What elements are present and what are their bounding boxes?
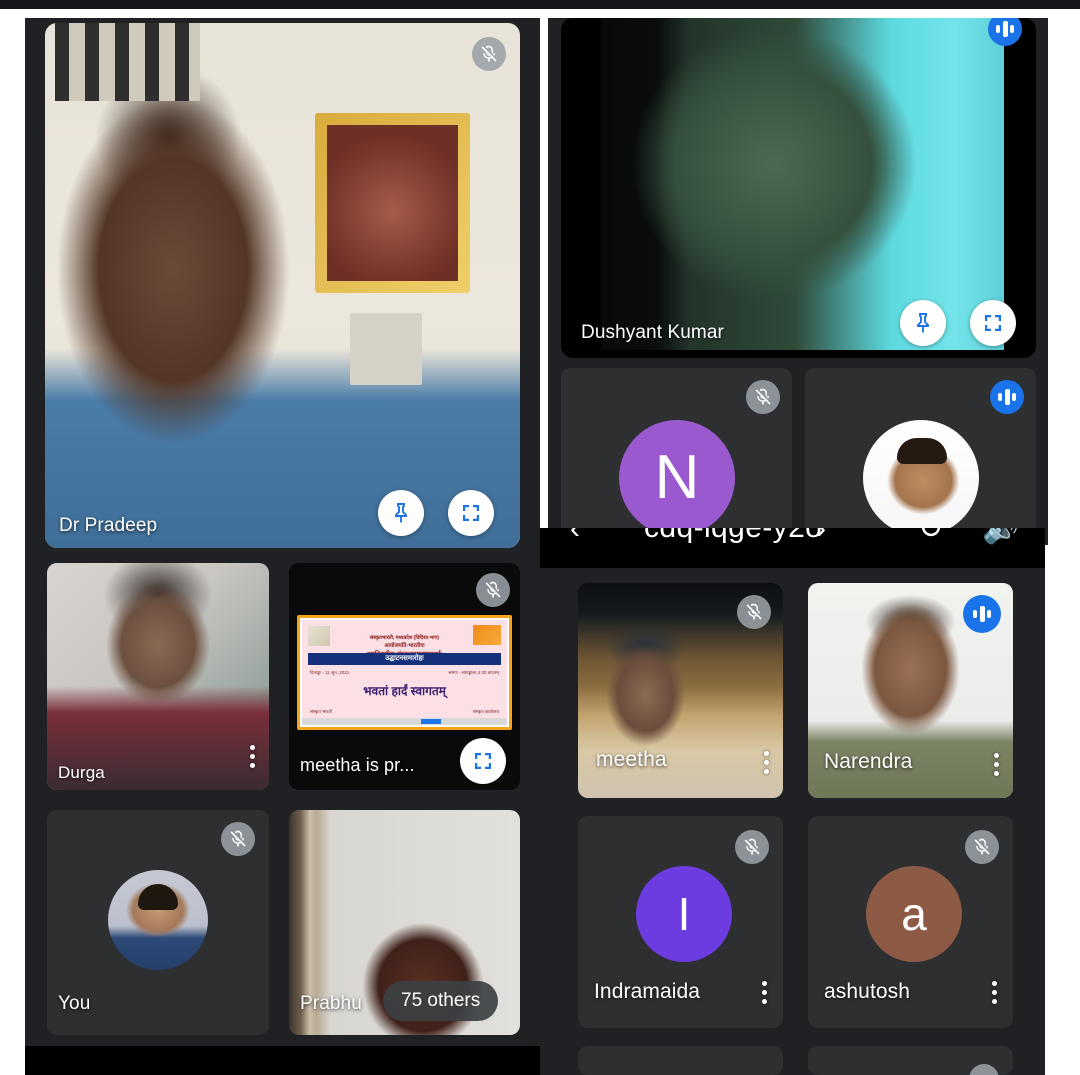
participant-name-you: You <box>58 993 91 1014</box>
slide-date-right-text: समयः - सायङ्कालः 4:30 वादनम् <box>448 670 499 675</box>
speaking-indicator-narendra <box>963 595 1001 633</box>
participant-tile-dushyant-kumar[interactable]: Dushyant Kumar <box>561 18 1036 358</box>
participant-name-meetha: meetha <box>596 748 667 771</box>
pin-button-dushyant-kumar[interactable] <box>900 300 946 346</box>
slide-foot-left-text: संस्कृत भारती <box>310 709 332 714</box>
participant-tile-n[interactable]: N <box>561 368 792 543</box>
decor-ac-vent <box>55 23 200 101</box>
more-vertical-icon-narendra[interactable] <box>994 753 999 776</box>
status-bar <box>0 0 1080 9</box>
fullscreen-button-presentation[interactable] <box>460 738 506 784</box>
participant-tile-ashutosh[interactable]: a ashutosh <box>808 816 1013 1028</box>
participant-name-dushyant-kumar: Dushyant Kumar <box>581 322 724 343</box>
fullscreen-button-dr-pradeep[interactable] <box>448 490 494 536</box>
decor-switchboard <box>350 313 422 385</box>
more-vertical-icon-meetha[interactable] <box>764 751 769 774</box>
slide-control-strip <box>302 718 507 725</box>
participant-tile-meetha[interactable]: meetha <box>578 583 783 798</box>
others-count-pill[interactable]: 75 others <box>383 981 499 1021</box>
slide-welcome: भवतां हार्दं स्वागतम् <box>302 682 507 700</box>
slide-foot-left: संस्कृत भारती <box>310 709 332 715</box>
avatar-you <box>108 870 208 970</box>
mic-off-icon-presentation <box>476 573 510 607</box>
avatar-initial-n: N <box>619 420 735 536</box>
avatar-photo-participant <box>863 420 979 536</box>
participant-tile-partial-right[interactable] <box>808 1046 1013 1075</box>
participant-tile-photo[interactable] <box>805 368 1036 543</box>
slide-date-left: दिनाङ्कः - 11 जून, 2021 <box>310 670 349 676</box>
participant-name-durga: Durga <box>58 763 105 782</box>
fullscreen-button-dushyant-kumar[interactable] <box>970 300 1016 346</box>
mic-off-icon-partial <box>969 1064 999 1075</box>
speaking-indicator-dushyant-kumar <box>988 18 1022 46</box>
slide-welcome-text: भवतां हार्दं स्वागतम् <box>363 684 446 698</box>
more-vertical-icon-durga[interactable] <box>250 745 255 768</box>
left-meet-screenshot: Dr Pradeep Durga संस्कृतभारती, मध्यप्रदे… <box>25 18 540 1075</box>
mic-off-icon-meetha <box>737 595 771 629</box>
right-top-meet-screenshot: Dushyant Kumar N <box>548 18 1048 545</box>
meeting-code-label[interactable]: cdq-iqge-y2o <box>644 528 822 545</box>
right-bottom-meet-screenshot: ‹ cdq-iqge-y2o › ↻ 🔊 meetha Narendra <box>540 528 1045 1075</box>
slide-date-left-text: दिनाङ्कः - 11 जून, 2021 <box>310 670 350 675</box>
more-vertical-icon-indramaida[interactable] <box>762 981 767 1004</box>
decor-picture-art <box>327 125 458 281</box>
avatar-hair <box>138 884 178 910</box>
participant-name-meetha-presentation: meetha is pr... <box>300 755 415 775</box>
participant-tile-dr-pradeep[interactable]: Dr Pradeep <box>45 23 520 548</box>
avatar-initial-a-letter: a <box>901 888 927 940</box>
slide-foot-right-text: संस्कृत कार्यालय <box>472 709 499 714</box>
more-vertical-icon-ashutosh[interactable] <box>992 981 997 1004</box>
others-count-label: 75 others <box>401 990 481 1011</box>
video-feed-durga <box>47 563 269 790</box>
speaking-bars-photo <box>998 389 1016 405</box>
speaking-bars-narendra <box>973 606 991 622</box>
pin-button-dr-pradeep[interactable] <box>378 490 424 536</box>
participant-name-ashutosh: ashutosh <box>824 980 911 1003</box>
avatar-initial-i-letter: I <box>677 888 691 940</box>
mic-off-icon-dr-pradeep <box>472 37 506 71</box>
mic-off-icon-ashutosh <box>965 830 999 864</box>
slide-date-right: समयः - सायङ्कालः 4:30 वादनम् <box>448 670 499 676</box>
speaker-icon[interactable]: 🔊 <box>982 528 1019 546</box>
slide-banner: उद्घाटनसमारोहः <box>308 653 501 665</box>
avatar-initial-a: a <box>866 866 962 962</box>
chevron-down-icon[interactable]: › <box>816 528 826 546</box>
slide-banner-text: उद्घाटनसमारोहः <box>385 655 424 662</box>
mic-off-icon-you <box>221 822 255 856</box>
speaking-bars <box>996 21 1014 37</box>
mic-off-icon-indramaida <box>735 830 769 864</box>
participant-tile-indramaida[interactable]: I Indramaida <box>578 816 783 1028</box>
screenshot-composite: Dr Pradeep Durga संस्कृतभारती, मध्यप्रदे… <box>0 0 1080 1075</box>
speaking-indicator-photo-participant <box>990 380 1024 414</box>
participant-tile-narendra[interactable]: Narendra <box>808 583 1013 798</box>
participant-tile-partial-left[interactable] <box>578 1046 783 1075</box>
switch-camera-icon[interactable]: ↻ <box>918 528 943 546</box>
avatar-initial-n-letter: N <box>654 443 700 512</box>
shared-slide: संस्कृतभारती, मध्यप्रदेश (विदिशा-भाग) आय… <box>297 615 512 730</box>
participant-name-dr-pradeep: Dr Pradeep <box>59 515 158 536</box>
bottom-control-strip <box>25 1046 540 1075</box>
mic-off-icon-n <box>746 380 780 414</box>
participant-tile-durga[interactable]: Durga <box>47 563 269 790</box>
participant-tile-meetha-presentation[interactable]: संस्कृतभारती, मध्यप्रदेश (विदिशा-भाग) आय… <box>289 563 520 790</box>
avatar-initial-i: I <box>636 866 732 962</box>
back-arrow-icon[interactable]: ‹ <box>570 528 580 546</box>
meeting-header-bar: ‹ cdq-iqge-y2o › ↻ 🔊 <box>540 528 1045 568</box>
participant-name-narendra: Narendra <box>824 750 913 773</box>
participant-name-prabhu: Prabhu <box>300 993 362 1014</box>
slide-foot-right: संस्कृत कार्यालय <box>473 709 499 715</box>
participant-name-indramaida: Indramaida <box>594 980 701 1003</box>
avatar-hair-photo <box>897 438 947 464</box>
participant-tile-you[interactable]: You <box>47 810 269 1035</box>
video-feed-dushyant-kumar <box>601 18 1004 350</box>
